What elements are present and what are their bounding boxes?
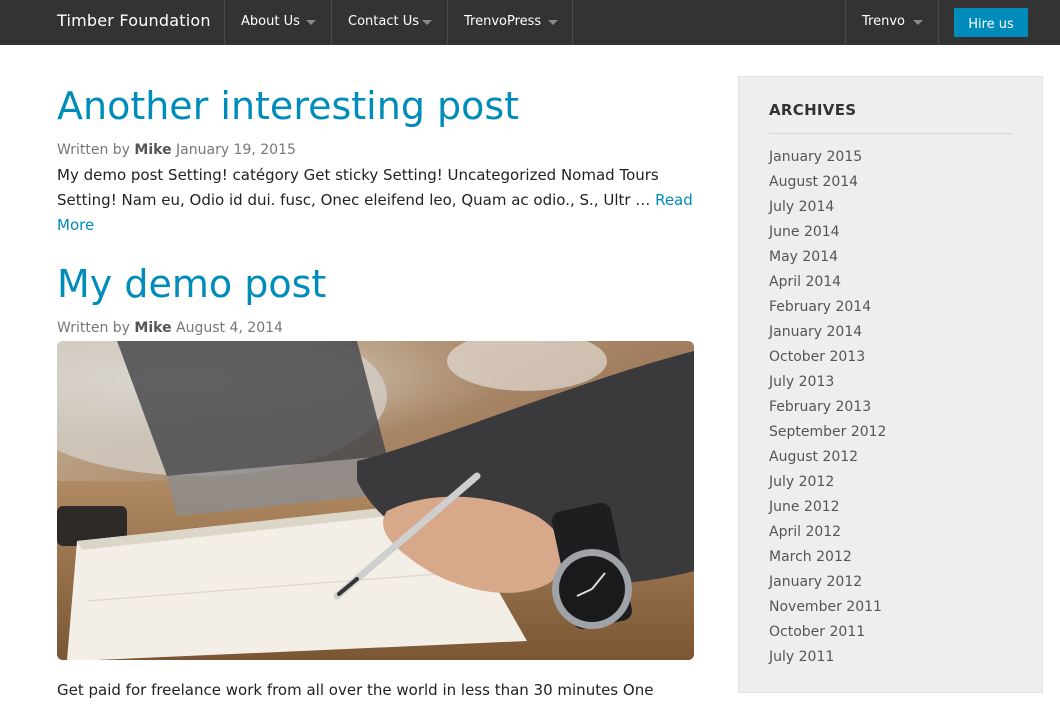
written-by-label: Written by	[57, 142, 130, 158]
archive-item: July 2011	[769, 646, 886, 671]
archive-item: July 2014	[769, 196, 886, 221]
nav-item-trenvo[interactable]: Trenvo	[845, 0, 939, 45]
excerpt-text: Get paid for freelance work from all ove…	[57, 681, 654, 699]
nav-item-about-us[interactable]: About Us	[224, 0, 331, 45]
nav-item-trenvopress[interactable]: TrenvoPress	[447, 0, 573, 45]
archive-item: October 2011	[769, 621, 886, 646]
archive-link[interactable]: August 2012	[769, 449, 858, 465]
post-title[interactable]: Another interesting post	[57, 84, 519, 128]
archive-item: July 2013	[769, 371, 886, 396]
site-brand[interactable]: Timber Foundation	[57, 11, 211, 30]
post-date: January 19, 2015	[176, 142, 296, 158]
nav-label: Contact Us	[348, 14, 419, 29]
archive-item: January 2015	[769, 146, 886, 171]
archive-link[interactable]: September 2012	[769, 424, 886, 440]
post-meta: Written by Mike August 4, 2014	[57, 320, 283, 336]
chevron-down-icon	[422, 20, 432, 25]
archive-item: June 2012	[769, 496, 886, 521]
top-navigation-bar: Timber Foundation About Us Contact Us Tr…	[0, 0, 1060, 45]
excerpt-text: My demo post Setting! catégory Get stick…	[57, 166, 659, 209]
post-title[interactable]: My demo post	[57, 262, 326, 306]
archive-item: January 2014	[769, 321, 886, 346]
archive-item: October 2013	[769, 346, 886, 371]
archive-link[interactable]: July 2011	[769, 649, 834, 665]
archive-link[interactable]: March 2012	[769, 549, 852, 565]
archive-link[interactable]: April 2014	[769, 274, 841, 290]
archive-link[interactable]: July 2012	[769, 474, 834, 490]
archive-link[interactable]: June 2012	[769, 499, 840, 515]
hire-us-button[interactable]: Hire us	[954, 8, 1028, 37]
nav-label: Trenvo	[862, 14, 905, 29]
archive-link[interactable]: June 2014	[769, 224, 840, 240]
post-featured-image[interactable]	[57, 341, 694, 660]
nav-label: TrenvoPress	[464, 14, 542, 29]
archive-link[interactable]: February 2014	[769, 299, 871, 315]
archive-link[interactable]: August 2014	[769, 174, 858, 190]
archive-item: August 2012	[769, 446, 886, 471]
post-excerpt: My demo post Setting! catégory Get stick…	[57, 163, 697, 238]
nav-label: About Us	[241, 14, 300, 29]
chevron-down-icon	[913, 20, 923, 25]
written-by-label: Written by	[57, 320, 130, 336]
archive-link[interactable]: July 2013	[769, 374, 834, 390]
archive-item: June 2014	[769, 221, 886, 246]
archives-widget: ARCHIVES January 2015 August 2014 July 201…	[738, 76, 1043, 693]
post-excerpt: Get paid for freelance work from all ove…	[57, 678, 697, 703]
archive-link[interactable]: November 2011	[769, 599, 882, 615]
post-date: August 4, 2014	[176, 320, 283, 336]
archive-item: February 2013	[769, 396, 886, 421]
archive-item: February 2014	[769, 296, 886, 321]
archive-item: May 2014	[769, 246, 886, 271]
archive-item: March 2012	[769, 546, 886, 571]
archive-link[interactable]: January 2012	[769, 574, 862, 590]
archive-link[interactable]: February 2013	[769, 399, 871, 415]
archive-link[interactable]: October 2013	[769, 349, 865, 365]
archive-item: April 2014	[769, 271, 886, 296]
archive-item: July 2012	[769, 471, 886, 496]
archive-link[interactable]: May 2014	[769, 249, 838, 265]
archive-item: April 2012	[769, 521, 886, 546]
archive-item: November 2011	[769, 596, 886, 621]
post-author[interactable]: Mike	[134, 320, 171, 336]
archive-link[interactable]: October 2011	[769, 624, 865, 640]
archive-link[interactable]: July 2014	[769, 199, 834, 215]
divider	[769, 133, 1012, 134]
chevron-down-icon	[548, 20, 558, 25]
chevron-down-icon	[306, 20, 316, 25]
archive-list: January 2015 August 2014 July 2014 June 201…	[769, 146, 886, 671]
archives-title: ARCHIVES	[769, 101, 857, 119]
archive-link[interactable]: January 2014	[769, 324, 862, 340]
archive-item: September 2012	[769, 421, 886, 446]
nav-item-contact-us[interactable]: Contact Us	[331, 0, 447, 45]
post-meta: Written by Mike January 19, 2015	[57, 142, 296, 158]
archive-link[interactable]: April 2012	[769, 524, 841, 540]
post-author[interactable]: Mike	[134, 142, 171, 158]
archive-item: January 2012	[769, 571, 886, 596]
archive-link[interactable]: January 2015	[769, 149, 862, 165]
archive-item: August 2014	[769, 171, 886, 196]
